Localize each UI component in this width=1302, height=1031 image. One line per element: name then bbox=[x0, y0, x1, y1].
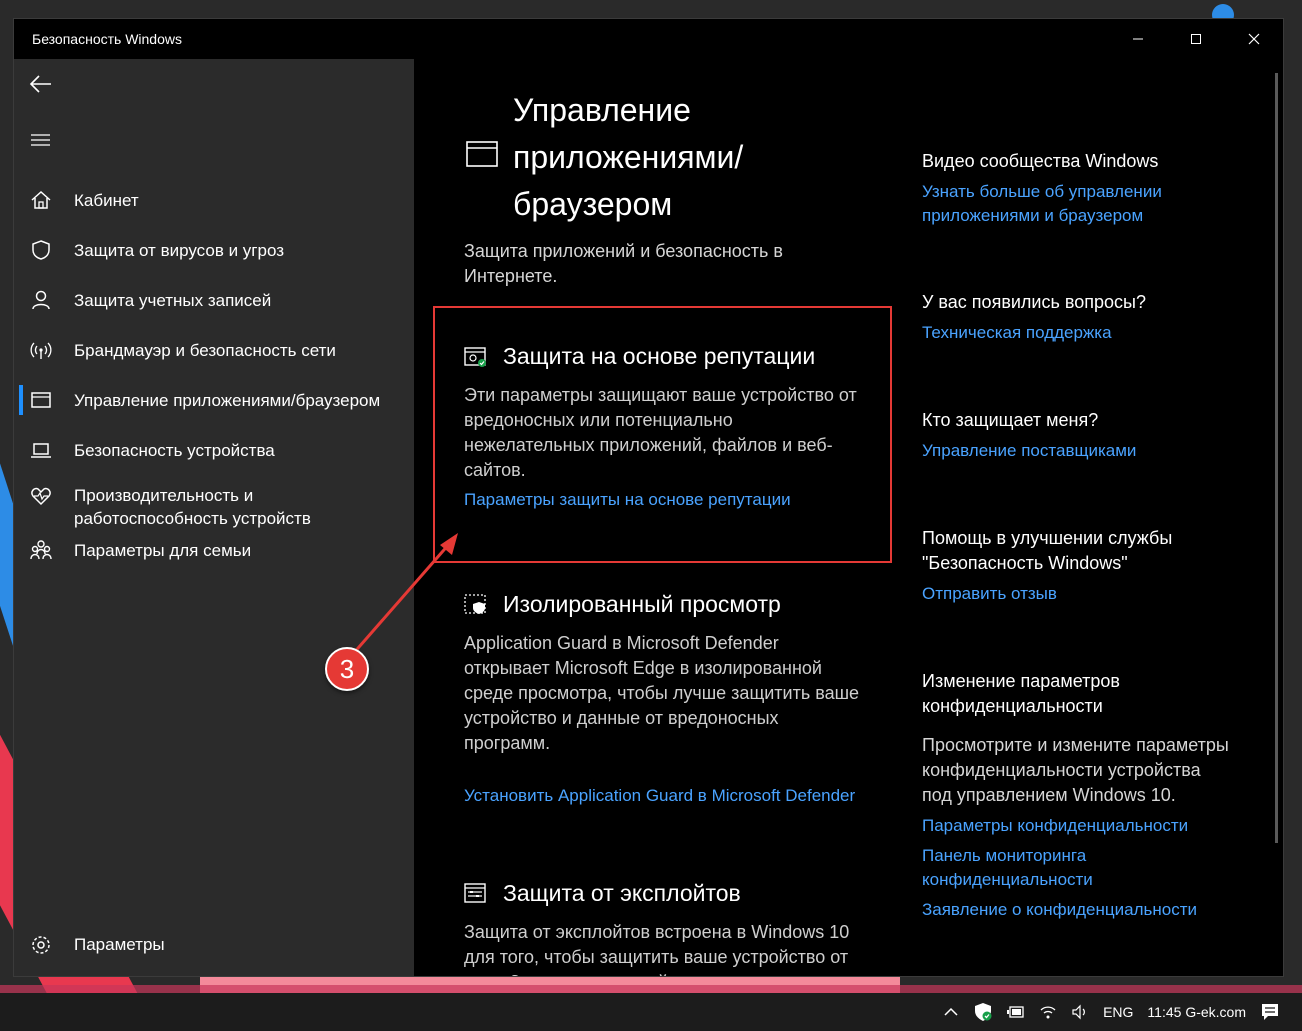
sidebar-item-label: Кабинет bbox=[74, 190, 139, 210]
network-button[interactable] bbox=[1039, 1004, 1057, 1020]
page-title: Управление приложениями/ браузером bbox=[513, 92, 744, 222]
show-hidden-icons-button[interactable] bbox=[943, 1004, 959, 1020]
sidebar-item-label: Производительность и работоспособность у… bbox=[74, 486, 311, 528]
section-description: Эти параметры защищают ваше устройство о… bbox=[464, 385, 857, 480]
section-description: Защита от эксплойтов встроена в Windows … bbox=[464, 922, 850, 976]
sidebar-item-label: Безопасность устройства bbox=[74, 440, 275, 460]
close-button[interactable] bbox=[1225, 19, 1283, 59]
reputation-settings-link[interactable]: Параметры защиты на основе репутации bbox=[464, 488, 864, 512]
scrollbar[interactable] bbox=[1275, 73, 1278, 843]
person-icon bbox=[32, 290, 50, 310]
minimize-icon bbox=[1133, 38, 1143, 40]
community-videos-block: Видео сообщества Windows Узнать больше о… bbox=[922, 149, 1232, 228]
windows-security-window: Безопасность Windows Кабинет Защита от в… bbox=[13, 18, 1284, 977]
section-description: Application Guard в Microsoft Defender о… bbox=[464, 633, 860, 753]
home-icon bbox=[31, 190, 51, 209]
chevron-up-icon bbox=[944, 1007, 958, 1016]
sidebar-item-family-options[interactable]: Параметры для семьи bbox=[14, 527, 414, 573]
section-exploit-protection: Защита от эксплойтов Защита от эксплойто… bbox=[464, 880, 874, 976]
section-isolated-browsing: Изолированный просмотр Application Guard… bbox=[464, 591, 874, 841]
window-title: Безопасность Windows bbox=[32, 31, 182, 47]
block-text: Просмотрите и измените параметры конфиде… bbox=[922, 735, 1229, 805]
title-bar[interactable]: Безопасность Windows bbox=[14, 19, 1283, 59]
section-title: Защита от эксплойтов bbox=[503, 880, 741, 906]
block-heading: Изменение параметров конфиденциальности bbox=[922, 671, 1120, 716]
sidebar-item-label: Защита от вирусов и угроз bbox=[74, 240, 285, 260]
privacy-block: Изменение параметров конфиденциальности … bbox=[922, 669, 1232, 922]
wifi-antenna-icon bbox=[30, 342, 52, 359]
who-protects-block: Кто защищает меня? Управление поставщика… bbox=[922, 408, 1232, 463]
exploit-protection-icon bbox=[464, 883, 486, 903]
send-feedback-link[interactable]: Отправить отзыв bbox=[922, 582, 1232, 606]
isolated-shield-icon bbox=[464, 594, 486, 614]
sidebar-item-label: Защита учетных записей bbox=[74, 290, 272, 310]
sidebar-item-label: Управление приложениями/браузером bbox=[74, 390, 381, 410]
maximize-icon bbox=[1191, 34, 1201, 44]
privacy-statement-link[interactable]: Заявление о конфиденциальности bbox=[922, 898, 1232, 922]
sidebar-item-label: Брандмауэр и безопасность сети bbox=[74, 340, 336, 360]
close-icon bbox=[1248, 33, 1260, 45]
sidebar-item-account-protection[interactable]: Защита учетных записей bbox=[14, 277, 414, 323]
section-title: Защита на основе репутации bbox=[503, 343, 816, 369]
page-description: Защита приложений и безопасность в Интер… bbox=[464, 241, 783, 286]
annotation-step-badge: 3 bbox=[325, 647, 369, 691]
security-tray-button[interactable] bbox=[973, 1002, 993, 1022]
browser-window-icon bbox=[466, 141, 498, 167]
block-heading: Помощь в улучшении службы "Безопасность … bbox=[922, 528, 1173, 573]
section-reputation-protection: Защита на основе репутации Эти параметры… bbox=[464, 343, 874, 543]
tech-support-link[interactable]: Техническая поддержка bbox=[922, 321, 1232, 345]
system-tray: ENG 11:45 G-ek.com bbox=[943, 993, 1302, 1031]
action-center-button[interactable] bbox=[1260, 1002, 1280, 1022]
maximize-button[interactable] bbox=[1167, 19, 1225, 59]
section-title: Изолированный просмотр bbox=[503, 591, 781, 617]
minimize-button[interactable] bbox=[1109, 19, 1167, 59]
sidebar: Кабинет Защита от вирусов и угроз Защита… bbox=[14, 59, 414, 976]
shield-icon bbox=[32, 240, 50, 260]
main-content: Управление приложениями/ браузером Защит… bbox=[414, 59, 1280, 976]
sidebar-item-virus-protection[interactable]: Защита от вирусов и угроз bbox=[14, 227, 414, 273]
watermark-text: G-ek.com bbox=[1185, 1004, 1246, 1020]
install-application-guard-link[interactable]: Установить Application Guard в Microsoft… bbox=[464, 784, 864, 808]
sidebar-item-app-browser-control[interactable]: Управление приложениями/браузером bbox=[14, 377, 414, 423]
block-heading: У вас появились вопросы? bbox=[922, 292, 1146, 312]
laptop-icon bbox=[31, 443, 51, 458]
sidebar-item-label: Параметры bbox=[74, 935, 165, 954]
hamburger-icon bbox=[31, 134, 50, 146]
volume-button[interactable] bbox=[1071, 1004, 1089, 1020]
sidebar-item-device-security[interactable]: Безопасность устройства bbox=[14, 427, 414, 473]
wifi-icon bbox=[1040, 1006, 1056, 1019]
sidebar-item-settings[interactable]: Параметры bbox=[14, 925, 414, 965]
back-arrow-icon bbox=[29, 75, 51, 93]
battery-icon bbox=[1007, 1006, 1024, 1018]
privacy-dashboard-link[interactable]: Панель мониторинга конфиденциальности bbox=[922, 844, 1232, 892]
notification-icon bbox=[1262, 1004, 1278, 1020]
speaker-icon bbox=[1072, 1004, 1085, 1020]
clock-time: 11:45 bbox=[1147, 1004, 1182, 1020]
sidebar-item-home[interactable]: Кабинет bbox=[14, 177, 414, 223]
sidebar-item-label: Параметры для семьи bbox=[74, 540, 252, 560]
clock[interactable]: 11:45 G-ek.com bbox=[1147, 1004, 1246, 1020]
battery-button[interactable] bbox=[1007, 1004, 1025, 1020]
gear-icon bbox=[32, 936, 50, 954]
improve-service-block: Помощь в улучшении службы "Безопасность … bbox=[922, 526, 1232, 606]
heart-pulse-icon bbox=[31, 487, 51, 506]
taskbar: ENG 11:45 G-ek.com bbox=[0, 993, 1302, 1031]
block-heading: Кто защищает меня? bbox=[922, 410, 1099, 430]
reputation-check-icon bbox=[464, 347, 486, 367]
language-indicator[interactable]: ENG bbox=[1103, 1004, 1133, 1020]
learn-more-link[interactable]: Узнать больше об управлении приложениями… bbox=[922, 180, 1232, 228]
manage-providers-link[interactable]: Управление поставщиками bbox=[922, 439, 1232, 463]
block-heading: Видео сообщества Windows bbox=[922, 151, 1159, 171]
back-button[interactable] bbox=[28, 71, 54, 97]
sidebar-item-firewall[interactable]: Брандмауэр и безопасность сети bbox=[14, 327, 414, 373]
questions-block: У вас появились вопросы? Техническая под… bbox=[922, 290, 1232, 345]
browser-window-icon bbox=[31, 392, 51, 408]
family-icon bbox=[30, 540, 52, 560]
security-shield-icon bbox=[975, 1003, 992, 1021]
privacy-settings-link[interactable]: Параметры конфиденциальности bbox=[922, 814, 1232, 838]
menu-button[interactable] bbox=[28, 127, 54, 153]
